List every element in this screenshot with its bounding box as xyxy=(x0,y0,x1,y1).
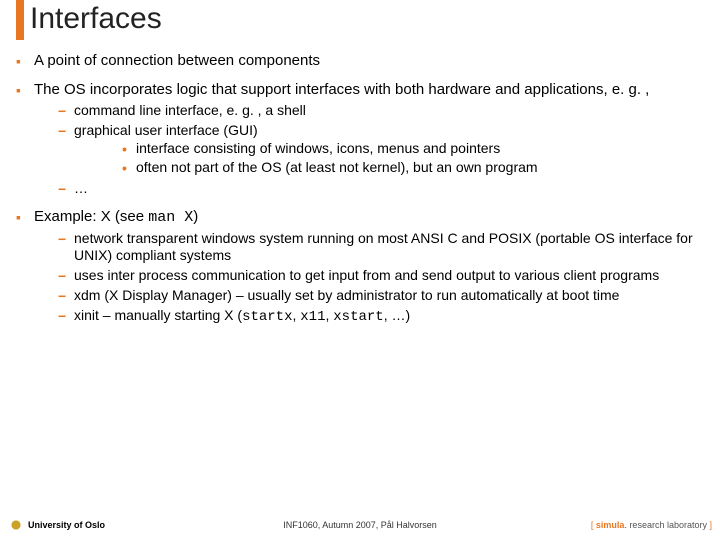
bullet-2-body: The OS incorporates logic that support i… xyxy=(34,81,710,198)
dash-icon: − xyxy=(58,102,74,120)
bullet-3-body: Example: X (see man X) − network transpa… xyxy=(34,208,710,327)
footer-center: INF1060, Autumn 2007, Pål Halvorsen xyxy=(283,520,437,530)
bullet-2-sub-2b-text: often not part of the OS (at least not k… xyxy=(136,159,710,177)
bullet-2: ▪ The OS incorporates logic that support… xyxy=(10,81,710,198)
bullet-3-sub-2: − uses inter process communication to ge… xyxy=(34,267,710,285)
dash-icon: − xyxy=(58,180,74,198)
bullet-1: ▪ A point of connection between componen… xyxy=(10,52,710,71)
b3s4-c3: xstart xyxy=(333,309,383,325)
b3s4-post: , …) xyxy=(384,307,410,323)
bullet-2-sub-2-body: graphical user interface (GUI) • interfa… xyxy=(74,122,710,178)
bullet-2-sub-2-text: graphical user interface (GUI) xyxy=(74,122,258,138)
bullet-3-sub-3: − xdm (X Display Manager) – usually set … xyxy=(34,287,710,305)
bullet-3-sub-3-text: xdm (X Display Manager) – usually set by… xyxy=(74,287,710,305)
square-bullet-icon: ▪ xyxy=(16,81,34,198)
bullet-3-sub-2-text: uses inter process communication to get … xyxy=(74,267,710,285)
footer-lab: . research laboratory xyxy=(624,520,707,530)
bullet-3-pre: Example: X (see xyxy=(34,208,148,225)
bullet-3-sub-4: − xinit – manually starting X (startx, x… xyxy=(34,307,710,327)
bullet-2-sub-2a-text: interface consisting of windows, icons, … xyxy=(136,140,710,158)
footer-uio: University of Oslo xyxy=(28,520,105,530)
bullet-3-sub-1: − network transparent windows system run… xyxy=(34,230,710,265)
dash-icon: − xyxy=(58,267,74,285)
bullet-3-post: ) xyxy=(193,208,198,225)
title-accent-bar xyxy=(16,0,24,40)
b3s4-pre: xinit – manually starting X ( xyxy=(74,307,242,323)
square-bullet-icon: ▪ xyxy=(16,52,34,71)
slide-title: Interfaces xyxy=(30,2,162,36)
bullet-3-code: man X xyxy=(148,209,193,226)
b3s4-c1: startx xyxy=(242,309,292,325)
bullet-3: ▪ Example: X (see man X) − network trans… xyxy=(10,208,710,327)
dash-icon: − xyxy=(58,287,74,305)
footer-right: [ simula. research laboratory ] xyxy=(591,520,712,530)
dash-icon: − xyxy=(58,122,74,178)
slide-footer: University of Oslo INF1060, Autumn 2007,… xyxy=(0,514,720,536)
uio-crest-icon xyxy=(8,517,24,533)
bullet-2-sub-2: − graphical user interface (GUI) • inter… xyxy=(34,122,710,178)
bullet-2-sub-1-text: command line interface, e. g. , a shell xyxy=(74,102,710,120)
dash-icon: − xyxy=(58,230,74,265)
bullet-2-text: The OS incorporates logic that support i… xyxy=(34,81,649,98)
dot-icon: • xyxy=(122,140,136,158)
bullet-3-sub-1-text: network transparent windows system runni… xyxy=(74,230,710,265)
bullet-1-text: A point of connection between components xyxy=(34,52,710,71)
square-bullet-icon: ▪ xyxy=(16,208,34,327)
b3s4-c2: x11 xyxy=(300,309,325,325)
bullet-2-sub-1: − command line interface, e. g. , a shel… xyxy=(34,102,710,120)
footer-simula: simula xyxy=(596,520,625,530)
dot-icon: • xyxy=(122,159,136,177)
bullet-2-sub-3-text: … xyxy=(74,180,710,198)
slide-body: ▪ A point of connection between componen… xyxy=(10,52,710,336)
bullet-2-sub-3: − … xyxy=(34,180,710,198)
bullet-2-sub-2a: • interface consisting of windows, icons… xyxy=(74,140,710,158)
bullet-3-sub-4-body: xinit – manually starting X (startx, x11… xyxy=(74,307,710,327)
dash-icon: − xyxy=(58,307,74,327)
bullet-2-sub-2b: • often not part of the OS (at least not… xyxy=(74,159,710,177)
bracket-close-icon: ] xyxy=(707,520,712,530)
